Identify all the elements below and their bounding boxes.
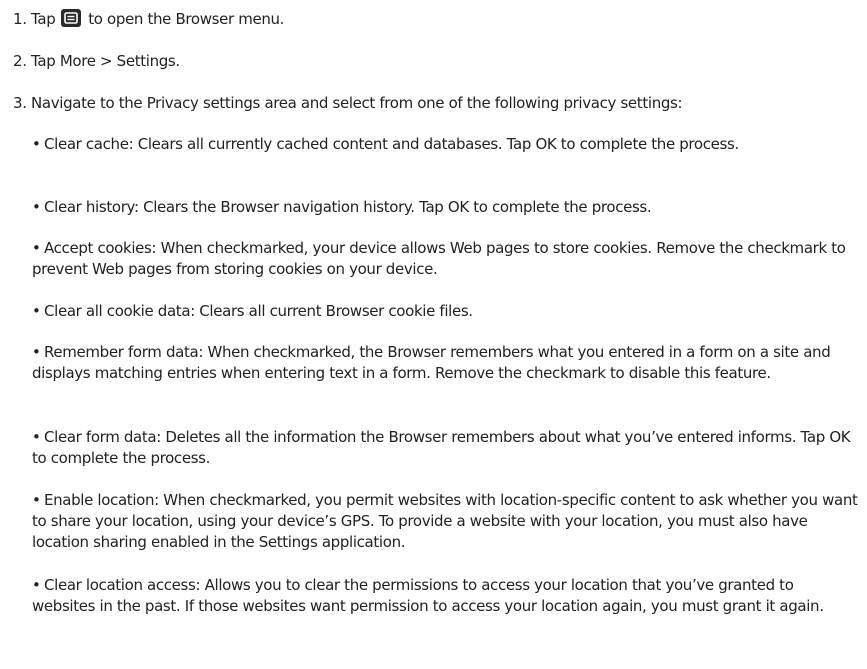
option-clear-history: • Clear history: Clears the Browser navig… [32,197,861,218]
option-description-end: to complete the process. [32,449,211,467]
step-number: 3. [13,94,27,112]
option-enable-location: • Enable location: When checkmarked, you … [32,490,861,553]
option-clear-location-access: • Clear location access: Allows you to cl… [32,575,861,617]
bullet-dot: • [32,135,41,153]
option-description: : Deletes all the information the Browse… [156,428,830,446]
option-description: : Clears all current Browser cookie file… [190,302,473,320]
option-description-end: to complete the process. [468,198,652,216]
settings-term: Settings [116,52,176,70]
option-remember-form-data: • Remember form data: When checkmarked, t… [32,342,861,384]
option-term: Clear location access [44,576,196,594]
bullet-dot: • [32,343,41,361]
option-accept-cookies: • Accept cookies: When checkmarked, your … [32,238,861,280]
separator: > [100,52,113,70]
option-term: Enable location [44,491,155,509]
option-clear-cache: • Clear cache: Clears all currently cache… [32,134,861,155]
step-text: Tap [31,52,56,70]
ok-term: OK [829,428,851,446]
option-term: Accept cookies [44,239,152,257]
ok-term: OK [535,135,557,153]
menu-key-icon [60,9,81,27]
option-term: Remember form data [44,343,199,361]
step-end: . [175,52,180,70]
bullet-dot: • [32,302,41,320]
option-term: Clear cache [44,135,129,153]
bullet-dot: • [32,576,41,594]
option-clear-all-cookie-data: • Clear all cookie data: Clears all curre… [32,301,861,322]
step-1: 1. Tap to open the Browser menu. [13,9,859,29]
privacy-settings-term: Privacy settings [146,94,261,112]
option-clear-form-data: • Clear form data: Deletes all the inform… [32,427,861,469]
option-term: Clear form data [44,428,157,446]
option-term: Clear history [44,198,134,216]
document-page: 1. Tap to open the Browser menu. 2. Tap … [0,0,867,669]
bullet-dot: • [32,428,41,446]
bullet-dot: • [32,491,41,509]
step-text: Tap [31,10,56,28]
step-text: Navigate to the [31,94,143,112]
more-term: More [59,52,96,70]
option-term: Clear all cookie data [44,302,191,320]
ok-term: OK [447,198,469,216]
step-number: 2. [13,52,27,70]
option-description-end: to complete the process. [556,135,739,153]
step-3: 3. Navigate to the Privacy settings area… [13,93,859,113]
option-description: : Clears all currently cached content an… [128,135,536,153]
option-description: : When checkmarked, your device allows W… [32,239,846,278]
step-text: to open the Browser menu. [88,10,285,28]
bullet-dot: • [32,198,41,216]
step-text: area and select from one of the followin… [264,94,683,112]
option-description: : Clears the Browser navigation history.… [133,198,448,216]
step-2: 2. Tap More > Settings. [13,51,859,71]
bullet-dot: • [32,239,41,257]
option-description: : When checkmarked, you permit websites … [32,491,858,551]
step-number: 1. [13,10,27,28]
